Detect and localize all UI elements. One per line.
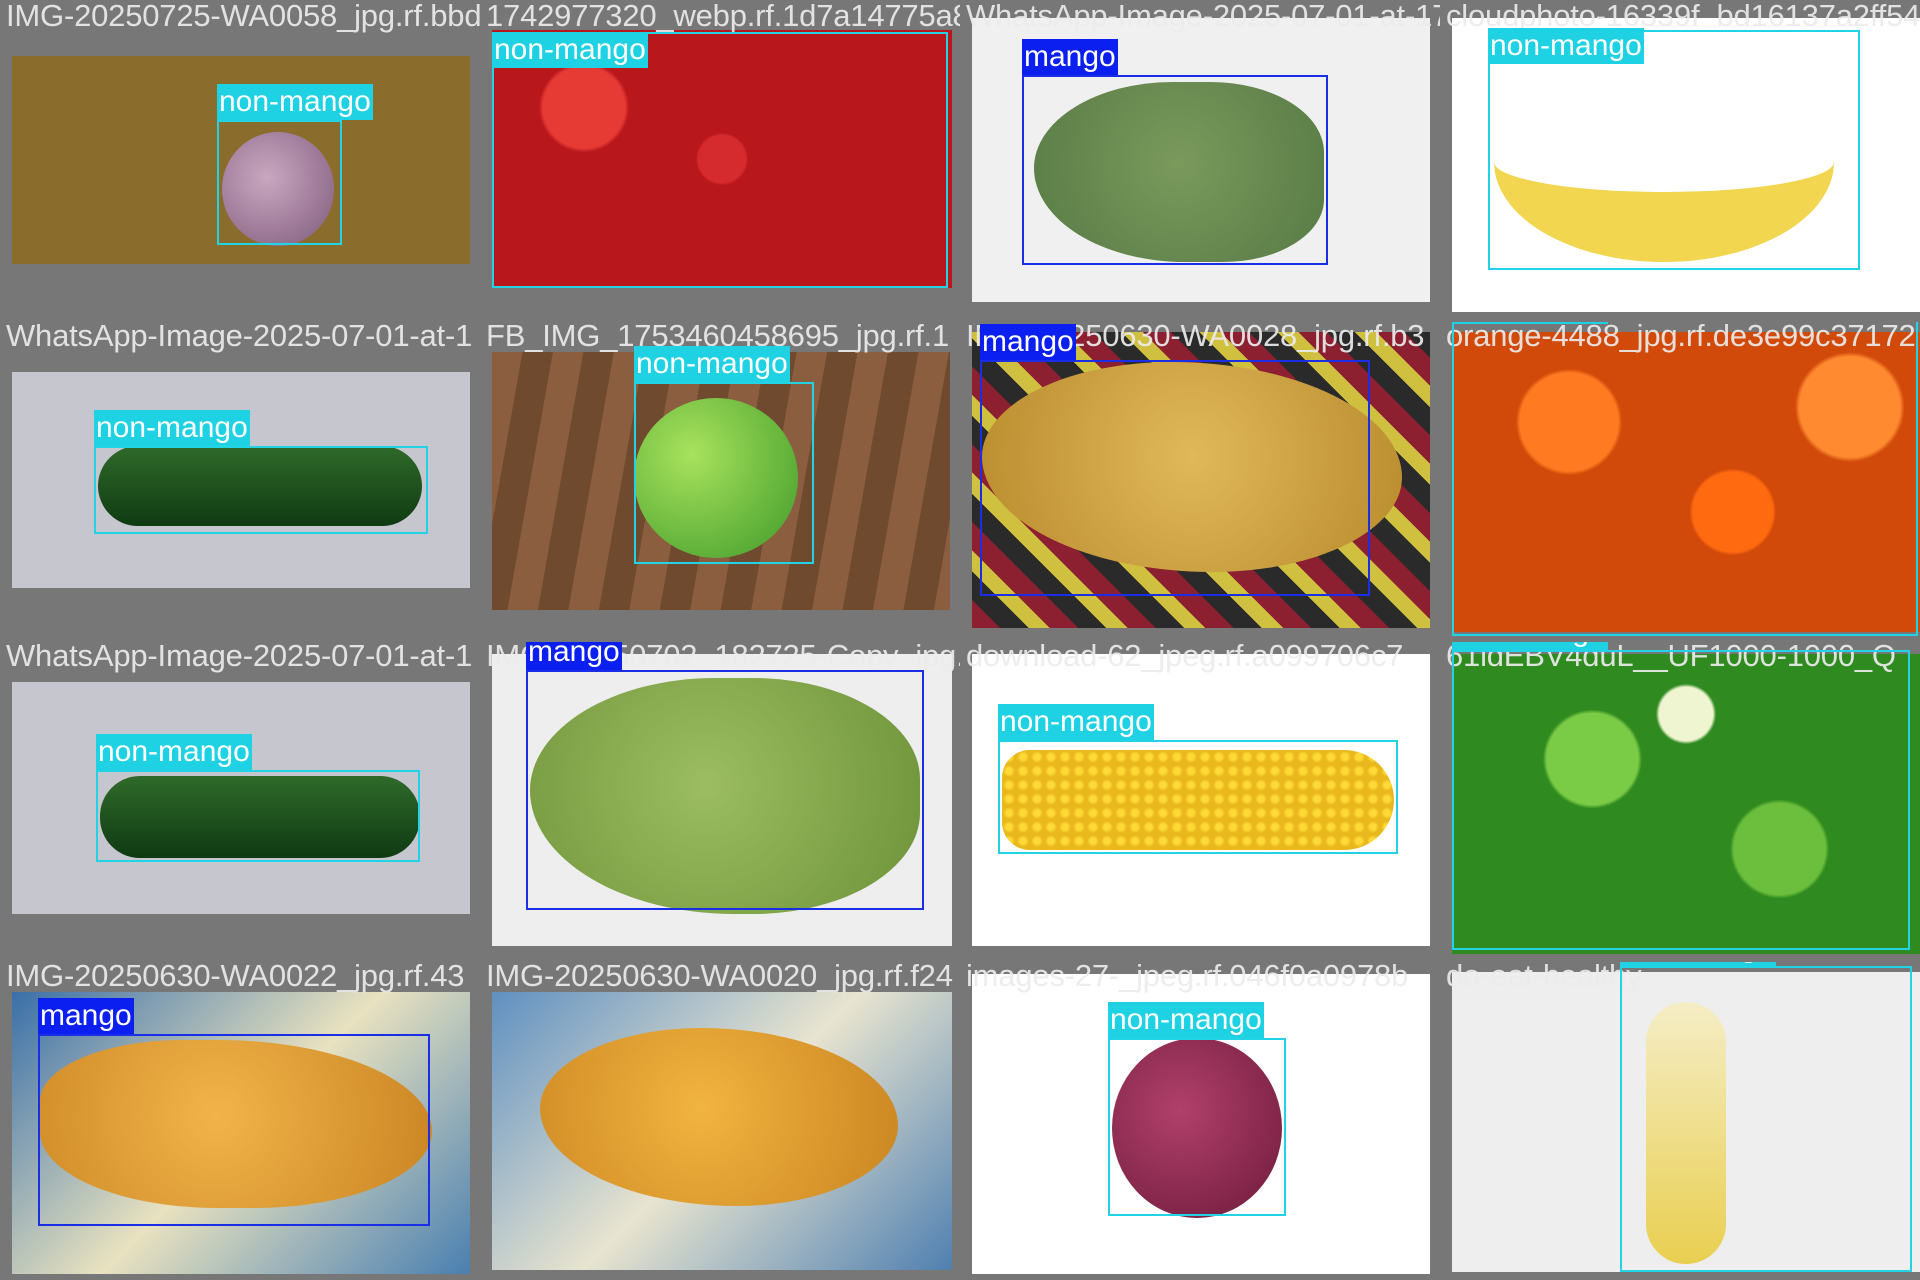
tile-1[interactable]: IMG-20250725-WA0058_jpg.rf.bbd74a807722 … <box>2 2 480 320</box>
tile-8[interactable]: orange-4488_jpg.rf.de3e99c37172 non-mang… <box>1442 322 1920 640</box>
detection-label: non-mango <box>217 84 373 120</box>
filename-label: IMG-20250630-WA0022_jpg.rf.43 <box>6 962 465 993</box>
detection-box[interactable] <box>998 740 1398 854</box>
detection-label: non-mango <box>1452 322 1608 324</box>
tile-15[interactable]: images-27-_jpeg.rf.046f0a0978b non-mango <box>962 962 1440 1280</box>
detection-label: non-mango <box>1108 1002 1264 1038</box>
detection-box[interactable] <box>526 670 924 910</box>
detection-label: non-mango <box>634 346 790 382</box>
tile-13[interactable]: IMG-20250630-WA0022_jpg.rf.43 mango <box>2 962 480 1280</box>
detection-label: non-mango <box>94 410 250 446</box>
detection-box[interactable] <box>1108 1038 1286 1216</box>
detection-box[interactable] <box>980 360 1370 596</box>
filename-label: IMG-20250725-WA0058_jpg.rf.bbd74a807722 <box>6 2 480 33</box>
tile-4[interactable]: cloudphoto-16339f_bd16137a2ff54ec non-ma… <box>1442 2 1920 320</box>
tile-9[interactable]: WhatsApp-Image-2025-07-01-at-1 non-mango <box>2 642 480 960</box>
detection-box[interactable] <box>94 446 428 534</box>
detection-label: non-mango <box>998 704 1154 740</box>
filename-label: IMG-20250630-WA0020_jpg.rf.f24 <box>486 962 953 993</box>
detection-box[interactable] <box>492 32 948 288</box>
detection-box[interactable] <box>1452 650 1910 950</box>
detection-box[interactable] <box>1488 30 1860 270</box>
tile-6[interactable]: FB_IMG_1753460458695_jpg.rf.1 non-mango <box>482 322 960 640</box>
detection-label: mango <box>38 998 134 1034</box>
detection-box[interactable] <box>1022 75 1328 265</box>
detection-label: mango <box>1022 39 1118 75</box>
filename-label: WhatsApp-Image-2025-07-01-at-1 <box>6 322 473 353</box>
detection-box[interactable] <box>1620 966 1912 1272</box>
detection-box[interactable] <box>96 770 420 862</box>
detection-label: non-mango <box>1452 642 1608 650</box>
filename-label: WhatsApp-Image-2025-07-01-at-1 <box>6 642 473 673</box>
tile-5[interactable]: WhatsApp-Image-2025-07-01-at-1 non-mango <box>2 322 480 640</box>
tile-3[interactable]: WhatsApp-Image-2025-07-01-at-17 mango <box>962 2 1440 320</box>
detection-label: non-mango <box>1488 28 1644 64</box>
detection-box[interactable] <box>217 120 342 245</box>
detection-label: mango <box>526 642 622 670</box>
detection-label: non-mango <box>96 734 252 770</box>
tile-11[interactable]: download-62_jpeg.rf.a099706c7 non-mango <box>962 642 1440 960</box>
tile-14[interactable]: IMG-20250630-WA0020_jpg.rf.f24 <box>482 962 960 1280</box>
detection-label: mango <box>980 324 1076 360</box>
detection-label: non-mango <box>492 32 648 68</box>
tile-7[interactable]: IMG-20250630-WA0028_jpg.rf.b3 mango <box>962 322 1440 640</box>
detection-label: non-mango <box>1620 962 1776 966</box>
tile-12[interactable]: 61ldEBV4duL__UF1000-1000_Q non-mango <box>1442 642 1920 960</box>
tile-16[interactable]: do-eat-healthy non-mango <box>1442 962 1920 1280</box>
detection-box[interactable] <box>1452 322 1918 636</box>
detection-box[interactable] <box>38 1034 430 1226</box>
tile-10[interactable]: IMG_20250702_182725-Copy_jpg.rf mango <box>482 642 960 960</box>
tile-2[interactable]: 1742977320_webp.rf.1d7a14775a8bc28700 no… <box>482 2 960 320</box>
detection-box[interactable] <box>634 382 814 564</box>
